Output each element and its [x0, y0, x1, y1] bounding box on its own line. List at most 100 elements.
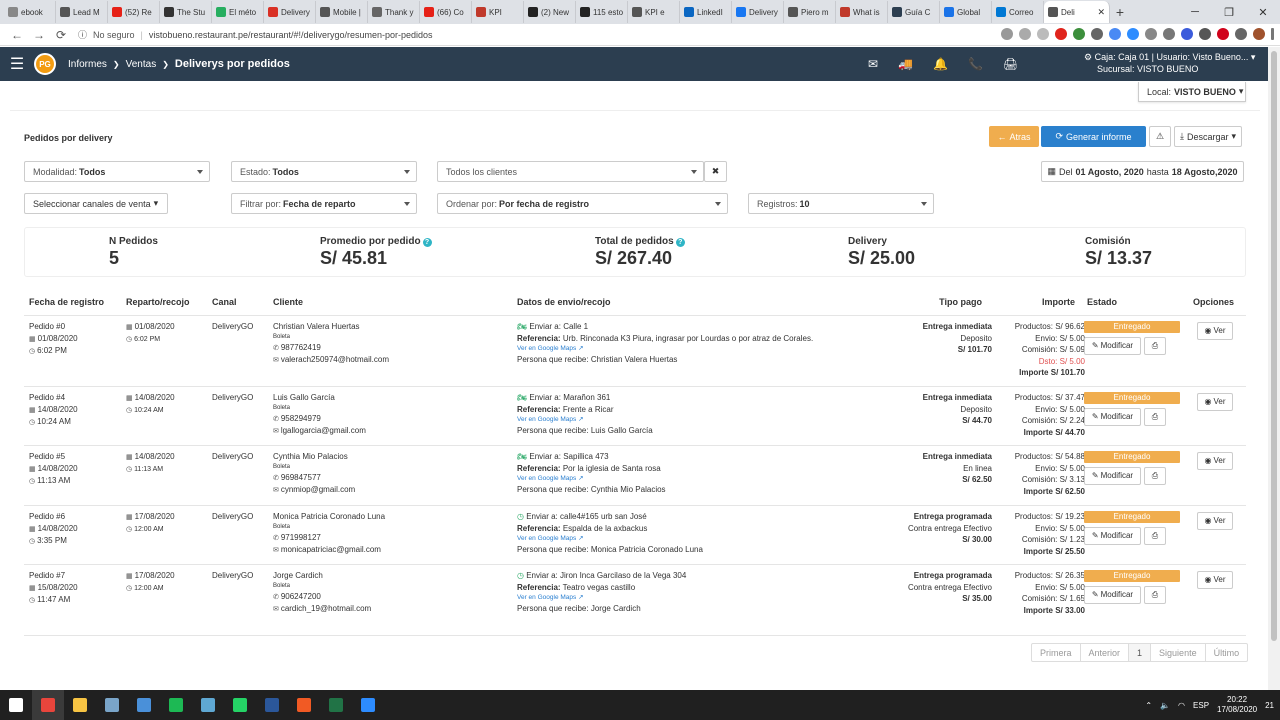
- taskbar-zoom-icon[interactable]: [352, 690, 384, 720]
- back-button[interactable]: ← Atras: [989, 126, 1039, 147]
- google-maps-link[interactable]: Ver en Google Maps: [517, 475, 576, 482]
- browser-tab[interactable]: Lead M: [56, 1, 108, 23]
- back-icon[interactable]: ←: [6, 28, 28, 42]
- taskbar-whatsapp-icon[interactable]: [224, 690, 256, 720]
- app-logo[interactable]: PG: [34, 53, 56, 75]
- ordenar-select[interactable]: Ordenar por: Por fecha de registro: [437, 193, 728, 214]
- modify-button[interactable]: ✎ Modificar: [1084, 337, 1141, 355]
- url-text[interactable]: vistobueno.restaurant.pe/restaurant/#!/d…: [149, 30, 433, 40]
- clientes-select[interactable]: Todos los clientes: [437, 161, 704, 182]
- extension-icon[interactable]: [1073, 28, 1085, 40]
- info-icon[interactable]: ⓘ: [78, 28, 87, 41]
- pedido-id[interactable]: Pedido #7: [29, 570, 78, 582]
- browser-tab[interactable]: KPI e: [628, 1, 680, 23]
- taskbar-word-icon[interactable]: [256, 690, 288, 720]
- taskbar-app-icon[interactable]: [96, 690, 128, 720]
- page-scrollbar[interactable]: [1268, 47, 1280, 690]
- browser-tab[interactable]: (2) New: [524, 1, 576, 23]
- canales-button[interactable]: Seleccionar canales de venta ▾: [24, 193, 168, 214]
- google-maps-link[interactable]: Ver en Google Maps: [517, 416, 576, 423]
- browser-tab[interactable]: The Stu: [160, 1, 212, 23]
- extension-icon[interactable]: [1199, 28, 1211, 40]
- volume-icon[interactable]: 🔈: [1160, 701, 1170, 710]
- close-icon[interactable]: ✕: [1097, 7, 1105, 18]
- url-field[interactable]: ⓘ No seguro | vistobueno.restaurant.pe/r…: [78, 28, 433, 41]
- extension-icon[interactable]: [1163, 28, 1175, 40]
- estado-select[interactable]: Estado: Todos: [231, 161, 417, 182]
- browser-tab[interactable]: Delivery: [264, 1, 316, 23]
- help-icon[interactable]: ?: [422, 238, 432, 247]
- view-button[interactable]: ◉ Ver: [1197, 512, 1233, 530]
- print-button[interactable]: ⎙: [1144, 408, 1166, 426]
- google-maps-link[interactable]: Ver en Google Maps: [517, 535, 576, 542]
- clock[interactable]: 20:22 17/08/2020: [1217, 695, 1257, 715]
- key-icon[interactable]: [1001, 28, 1013, 40]
- truck-icon[interactable]: 🚚: [898, 57, 913, 71]
- pager-item[interactable]: Siguiente: [1151, 644, 1206, 661]
- extension-icon[interactable]: [1217, 28, 1229, 40]
- browser-tab[interactable]: Deli ✕: [1044, 1, 1110, 23]
- new-tab-button[interactable]: +: [1110, 4, 1130, 20]
- print-button[interactable]: ⎙: [1144, 337, 1166, 355]
- taskbar-windows-icon[interactable]: [0, 690, 32, 720]
- print-button[interactable]: ⎙: [1144, 527, 1166, 545]
- browser-tab[interactable]: (52) Re: [108, 1, 160, 23]
- extension-icon[interactable]: [1091, 28, 1103, 40]
- envelope-icon[interactable]: ✉: [868, 57, 878, 71]
- profile-avatar[interactable]: [1253, 28, 1265, 40]
- browser-tab[interactable]: 115 esto: [576, 1, 628, 23]
- scrollbar-thumb[interactable]: [1271, 51, 1277, 641]
- registros-select[interactable]: Registros: 10: [748, 193, 934, 214]
- pager-item[interactable]: Último: [1206, 644, 1248, 661]
- opera-icon[interactable]: [1055, 28, 1067, 40]
- breadcrumb-ventas[interactable]: Ventas: [126, 59, 157, 70]
- taskbar-chrome-icon[interactable]: [32, 690, 64, 720]
- browser-tab[interactable]: Piero m: [784, 1, 836, 23]
- browser-tab[interactable]: Global: [940, 1, 992, 23]
- modify-button[interactable]: ✎ Modificar: [1084, 408, 1141, 426]
- minimize-button[interactable]: ─: [1178, 0, 1212, 24]
- wifi-icon[interactable]: ◠: [1178, 701, 1185, 710]
- browser-tab[interactable]: Thank y: [368, 1, 420, 23]
- generate-report-button[interactable]: ⟳ Generar informe: [1041, 126, 1146, 147]
- browser-tab[interactable]: ebook: [4, 1, 56, 23]
- menu-icon[interactable]: ☰: [0, 54, 34, 74]
- breadcrumb-informes[interactable]: Informes: [68, 59, 107, 70]
- view-button[interactable]: ◉ Ver: [1197, 571, 1233, 589]
- notification-icon[interactable]: 21: [1265, 701, 1274, 710]
- menu-dots-icon[interactable]: [1271, 28, 1274, 40]
- extension-icon[interactable]: [1145, 28, 1157, 40]
- browser-tab[interactable]: Guía C: [888, 1, 940, 23]
- session-info[interactable]: ⚙ Caja: Caja 01 | Usuario: Visto Bueno..…: [1084, 51, 1264, 75]
- modalidad-select[interactable]: Modalidad: Todos: [24, 161, 210, 182]
- browser-tab[interactable]: (66) Co: [420, 1, 472, 23]
- extension-icon[interactable]: [1181, 28, 1193, 40]
- pedido-id[interactable]: Pedido #6: [29, 511, 78, 523]
- pedido-id[interactable]: Pedido #0: [29, 321, 78, 333]
- tray-up-icon[interactable]: ⌃: [1145, 701, 1152, 710]
- lang-indicator[interactable]: ESP: [1193, 701, 1209, 710]
- browser-tab[interactable]: Correo: [992, 1, 1044, 23]
- taskbar-acrobat-icon[interactable]: [288, 690, 320, 720]
- extension-icon[interactable]: [1127, 28, 1139, 40]
- printer-icon[interactable]: 🖨: [1003, 57, 1018, 71]
- reload-icon[interactable]: ⟳: [50, 28, 72, 42]
- browser-tab[interactable]: El méto: [212, 1, 264, 23]
- browser-tab[interactable]: LinkedI: [680, 1, 732, 23]
- browser-tab[interactable]: Mobile |: [316, 1, 368, 23]
- pager-item[interactable]: Primera: [1032, 644, 1081, 661]
- star-icon[interactable]: [1019, 28, 1031, 40]
- puzzle-icon[interactable]: [1235, 28, 1247, 40]
- forward-icon[interactable]: →: [28, 28, 50, 42]
- maximize-button[interactable]: ❐: [1212, 0, 1246, 24]
- browser-tab[interactable]: Delivery: [732, 1, 784, 23]
- view-button[interactable]: ◉ Ver: [1197, 322, 1233, 340]
- clear-client-button[interactable]: ✖: [704, 161, 727, 182]
- browser-tab[interactable]: KPI: [472, 1, 524, 23]
- modify-button[interactable]: ✎ Modificar: [1084, 527, 1141, 545]
- taskbar-explorer-icon[interactable]: [64, 690, 96, 720]
- print-button[interactable]: ⎙: [1144, 586, 1166, 604]
- translate-icon[interactable]: [1109, 28, 1121, 40]
- help-icon[interactable]: ?: [675, 238, 685, 247]
- modify-button[interactable]: ✎ Modificar: [1084, 467, 1141, 485]
